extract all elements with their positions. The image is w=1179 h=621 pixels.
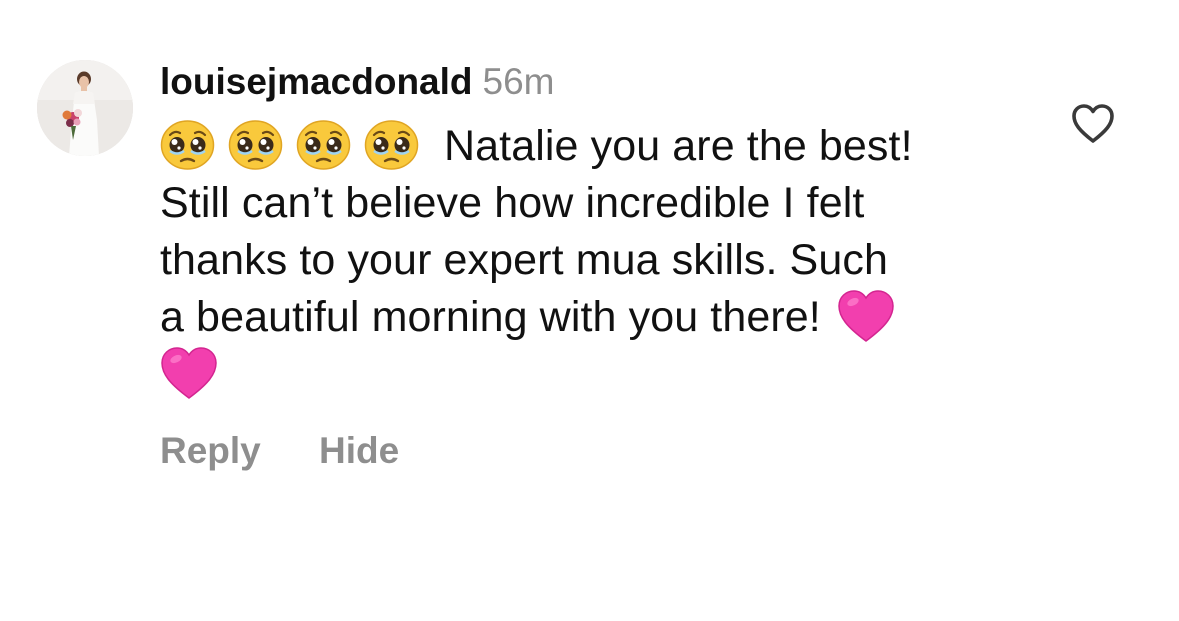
comment-item: louisejmacdonald 56m Natalie you are the… xyxy=(0,0,1179,621)
pink-heart-emoji-icon xyxy=(837,289,895,343)
pleading-face-emoji-icon xyxy=(296,120,351,170)
pleading-face-emoji-icon xyxy=(160,120,215,170)
avatar[interactable] xyxy=(37,60,133,156)
comment-line-1: Natalie you are the best! xyxy=(160,118,1020,175)
pleading-face-emoji-icon xyxy=(228,120,283,170)
comment-actions: Reply Hide xyxy=(160,428,447,474)
username[interactable]: louisejmacdonald xyxy=(160,61,473,102)
comment-line-1-text: Natalie you are the best! xyxy=(444,122,913,170)
avatar-image xyxy=(37,60,133,156)
reply-button[interactable]: Reply xyxy=(160,428,261,474)
heart-outline-icon[interactable] xyxy=(1070,101,1116,147)
comment-header: louisejmacdonald 56m xyxy=(160,59,555,105)
pink-heart-emoji-icon xyxy=(160,346,218,400)
comment-line-4-text: a beautiful morning with you there! xyxy=(160,293,821,341)
comment-line-4: a beautiful morning with you there! xyxy=(160,289,1020,346)
comment-text: Natalie you are the best! Still can’t be… xyxy=(160,118,1020,403)
comment-line-2: Still can’t believe how incredible I fel… xyxy=(160,179,865,227)
comment-line-3: thanks to your expert mua skills. Such xyxy=(160,236,888,284)
hide-button[interactable]: Hide xyxy=(319,428,399,474)
timestamp: 56m xyxy=(482,61,555,102)
pleading-face-emoji-icon xyxy=(364,120,419,170)
comment-line-5 xyxy=(160,346,1020,403)
